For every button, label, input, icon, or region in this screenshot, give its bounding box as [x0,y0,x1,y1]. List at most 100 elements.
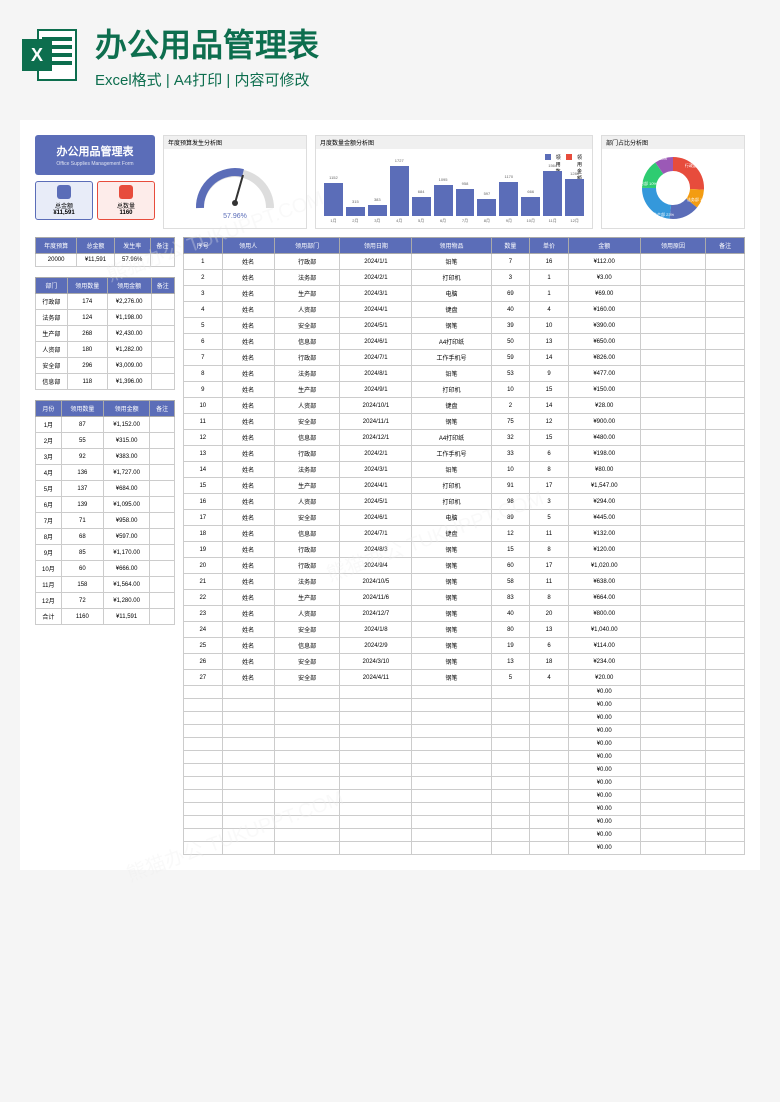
table-row: 23姓名人资部2024/12/7钢笔4020¥800.00 [184,606,745,622]
table-header: 领用金额 [107,278,151,294]
table-row: 25姓名信息部2024/2/9钢笔196¥114.00 [184,638,745,654]
table-row: 安全部296¥3,009.00 [36,358,175,374]
table-row: 20000¥11,59157.96% [36,254,175,267]
pie-label: 安全部 26% [646,156,667,162]
table-header: 领用数量 [61,401,103,417]
table-row: ¥0.00 [184,725,745,738]
table-row: 7姓名行政部2024/7/1工作手机号5914¥826.00 [184,350,745,366]
table-header: 总金额 [77,238,114,254]
bar: 684 [412,197,431,217]
pie-label: 行政部 15% [685,163,706,169]
table-header: 领用金额 [104,401,150,417]
table-row: 人资部180¥1,282.00 [36,342,175,358]
bar: 958 [456,189,475,217]
gauge-chart: 年度预算发生分析图 57.96% [163,135,307,229]
stat-total-amount: 总金额 ¥11,591 [35,181,93,220]
table-row: 15姓名生产部2024/4/1打印机9117¥1,547.00 [184,478,745,494]
table-row: 2姓名法务部2024/2/1打印机31¥3.00 [184,270,745,286]
bar: 1170 [499,182,518,216]
table-row: 12姓名信息部2024/12/1A4打印纸3215¥480.00 [184,430,745,446]
table-header: 月份 [36,401,62,417]
table-row: 3月92¥383.00 [36,449,175,465]
table-row: 19姓名行政部2024/8/3钢笔158¥120.00 [184,542,745,558]
table-row: 11姓名安全部2024/11/1钢笔7512¥900.00 [184,414,745,430]
stat-value: 1160 [101,210,151,216]
budget-table: 年度预算总金额发生率备注20000¥11,59157.96% [35,237,175,267]
header-title: 办公用品管理表 [95,20,760,66]
table-header: 领用物品 [412,238,491,254]
table-row: ¥0.00 [184,699,745,712]
bar: 1280 [565,179,584,216]
table-row: ¥0.00 [184,777,745,790]
excel-icon: X [20,25,80,85]
table-row: 20姓名行政部2024/9/4钢笔6017¥1,020.00 [184,558,745,574]
table-row: 7月71¥958.00 [36,513,175,529]
table-row: 生产部268¥2,430.00 [36,326,175,342]
bar: 1564 [543,171,562,216]
spreadsheet-preview: 熊猫办公 TUKUPPT.COM 熊猫办公 TUKUPPT.COM 熊猫办公 T… [20,120,760,870]
bar: 597 [477,199,496,216]
table-row: 10月60¥666.00 [36,561,175,577]
table-row: 24姓名安全部2024/1/8钢笔8013¥1,040.00 [184,622,745,638]
table-row: 4月136¥1,727.00 [36,465,175,481]
table-row: 12月72¥1,280.00 [36,593,175,609]
table-row: 1姓名行政部2024/1/1铅笔716¥112.00 [184,254,745,270]
table-row: 14姓名法务部2024/3/1铅笔108¥80.00 [184,462,745,478]
table-row: 合计1160¥11,591 [36,609,175,625]
table-row: 13姓名行政部2024/2/1工作手机号336¥198.00 [184,446,745,462]
table-row: 26姓名安全部2024/3/10钢笔1318¥234.00 [184,654,745,670]
table-row: 9月85¥1,170.00 [36,545,175,561]
page-header: X 办公用品管理表 Excel格式 | A4打印 | 内容可修改 [0,0,780,110]
table-row: ¥0.00 [184,738,745,751]
table-row: ¥0.00 [184,751,745,764]
table-header: 单价 [530,238,569,254]
sheet-title: 办公用品管理表 [39,143,151,159]
title-card: 办公用品管理表 Office Supplies Management Form [35,135,155,175]
table-row: 行政部174¥2,276.00 [36,294,175,310]
chart-title: 月度数量金额分析图 [316,136,592,149]
main-table: 序号领用人领用部门领用日期领用物品数量单价金额领用原因备注1姓名行政部2024/… [183,237,745,855]
table-row: 2月55¥315.00 [36,433,175,449]
pie-label: 生产部 23% [653,212,674,218]
table-row: ¥0.00 [184,712,745,725]
table-row: ¥0.00 [184,829,745,842]
table-header: 备注 [706,238,745,254]
table-row: 4姓名人资部2024/4/1键盘404¥160.00 [184,302,745,318]
table-row: 5姓名安全部2024/5/1钢笔3910¥390.00 [184,318,745,334]
table-row: 6月139¥1,095.00 [36,497,175,513]
table-row: 5月137¥684.00 [36,481,175,497]
bar: 1095 [434,185,453,217]
table-row: 11月158¥1,564.00 [36,577,175,593]
svg-text:X: X [31,45,43,65]
table-row: 1月87¥1,152.00 [36,417,175,433]
table-header: 领用人 [222,238,274,254]
table-row: 9姓名生产部2024/9/1打印机1015¥150.00 [184,382,745,398]
table-header: 年度预算 [36,238,77,254]
bar: 315 [346,207,365,216]
table-row: 3姓名生产部2024/3/1电脑691¥69.00 [184,286,745,302]
table-row: 8姓名法务部2024/8/1铅笔539¥477.00 [184,366,745,382]
table-row: ¥0.00 [184,842,745,855]
table-row: ¥0.00 [184,764,745,777]
table-header: 金额 [568,238,640,254]
table-header: 领用数量 [67,278,107,294]
table-row: ¥0.00 [184,790,745,803]
table-header: 备注 [150,238,174,254]
table-row: 信息部118¥1,396.00 [36,374,175,390]
stat-label: 总金额 [39,201,89,210]
table-row: 16姓名人资部2024/5/1打印机983¥294.00 [184,494,745,510]
table-header: 领用部门 [274,238,340,254]
table-header: 序号 [184,238,223,254]
stat-total-qty: 总数量 1160 [97,181,155,220]
chart-title: 部门占比分析图 [602,136,744,149]
bar: 383 [368,205,387,216]
table-header: 领用日期 [340,238,412,254]
bar: 1727 [390,166,409,216]
pie-label: 信息部 10% [636,181,657,187]
table-row: 17姓名安全部2024/6/1电脑895¥445.00 [184,510,745,526]
stat-label: 总数量 [101,201,151,210]
header-subtitle: Excel格式 | A4打印 | 内容可修改 [95,69,760,90]
table-row: 21姓名法务部2024/10/5钢笔5811¥638.00 [184,574,745,590]
title-section: 办公用品管理表 Office Supplies Management Form … [35,135,155,229]
table-row: 27姓名安全部2024/4/11钢笔54¥20.00 [184,670,745,686]
